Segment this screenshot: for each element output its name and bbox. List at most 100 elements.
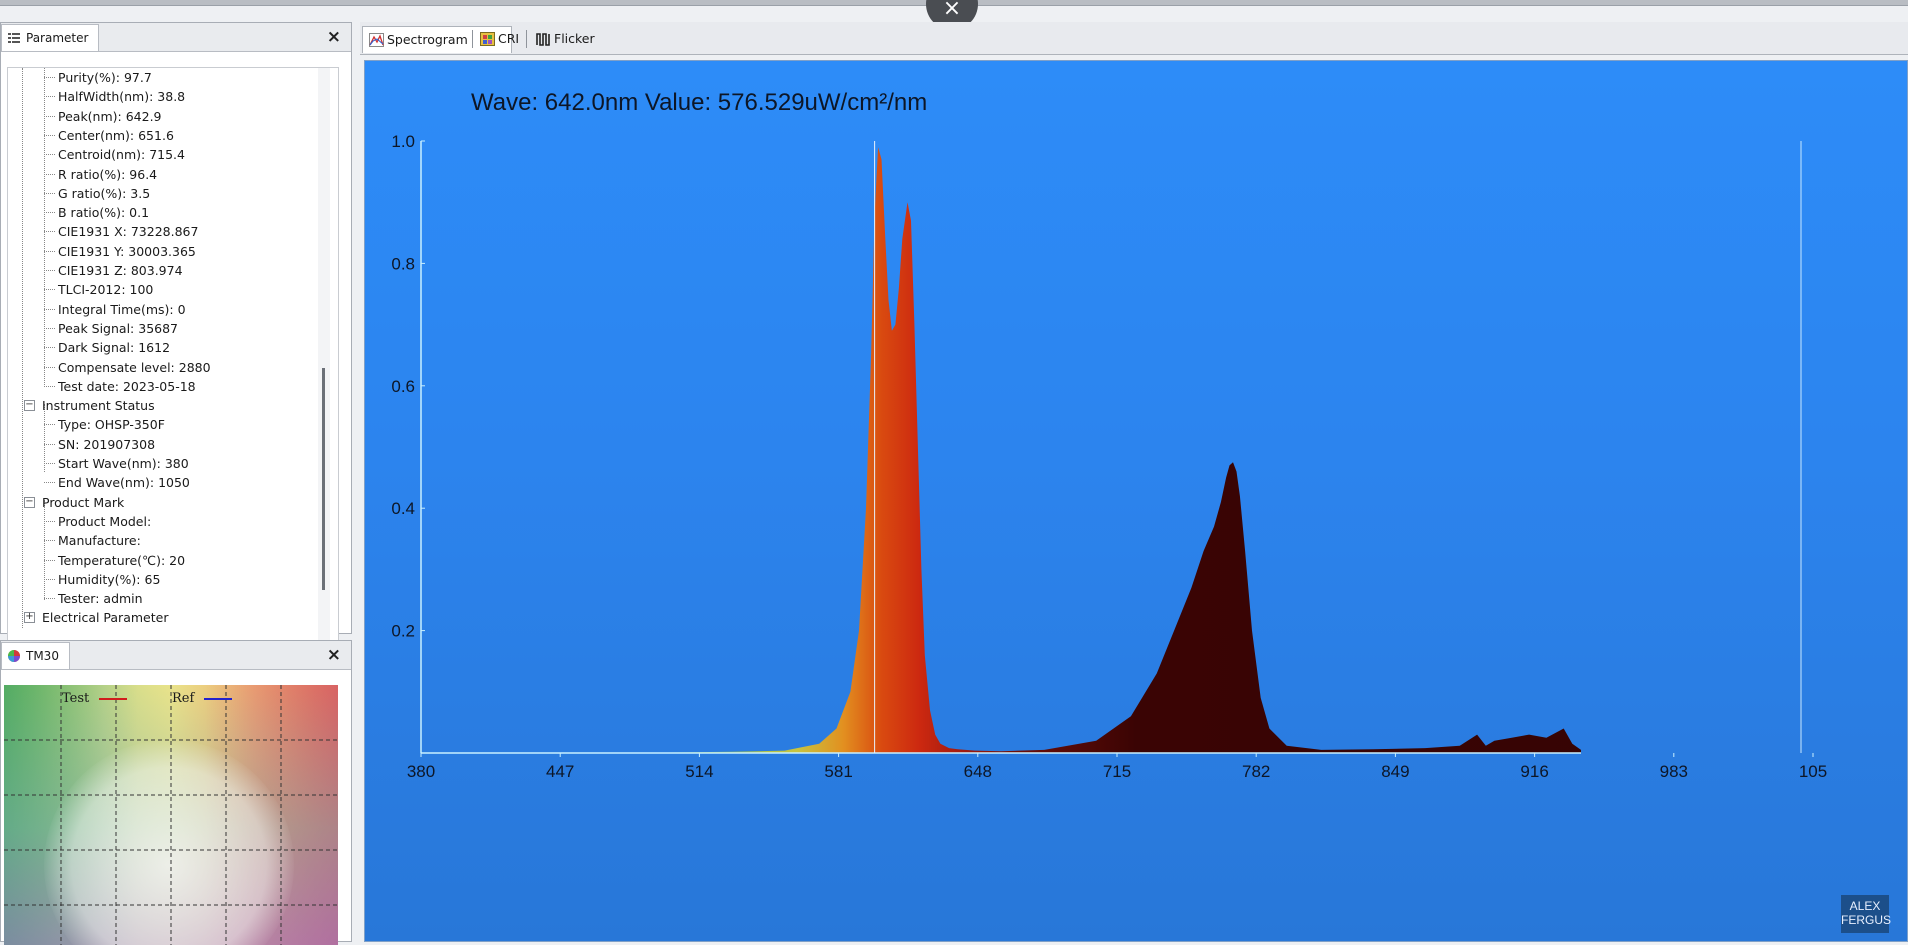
tree-item[interactable]: Centroid(nm): 715.4 [44,145,185,164]
tab-separator [472,30,473,48]
tree-item[interactable]: Humidity(%): 65 [43,570,161,589]
tree-item[interactable]: Integral Time(ms): 0 [44,300,186,319]
parameter-tree: Purity(%): 97.7 HalfWidth(nm): 38.8 Peak(n… [7,67,339,641]
tree-item-label: Test date: 2023-05-18 [58,378,196,394]
x-tick-label: 983 [1660,762,1688,781]
tm30-legend-test: Test [62,691,128,706]
x-tick-label: 648 [964,762,992,781]
tree-item[interactable]: G ratio(%): 3.5 [43,184,151,203]
collapse-icon[interactable]: − [24,496,35,508]
tree-item-label: Peak Signal: 35687 [58,320,179,336]
tm30-panel: TM30 × Test Ref [0,640,352,945]
tree-scrollbar[interactable] [318,68,330,640]
parameter-tab-label: Parameter [26,31,89,45]
tree-scroll-thumb[interactable] [322,368,325,590]
tree-item-label: Compensate level: 2880 [58,359,211,375]
tab-separator [526,30,527,48]
tree-item-label: B ratio(%): 0.1 [58,205,150,221]
tree-item[interactable]: Center(nm): 651.6 [44,126,174,145]
tree-item-label: Product Model: [58,513,152,529]
tree-item-label: Peak(nm): 642.9 [58,108,162,124]
y-tick-label: 0.8 [391,254,415,273]
x-tick-label: 916 [1520,762,1548,781]
tree-group[interactable]: − Instrument Status [24,396,155,415]
tree-item[interactable]: Test date: 2023-05-18 [44,377,196,396]
spectrum-area [421,147,1581,754]
tm30-legend-ref-label: Ref [172,691,195,706]
tree-item[interactable]: CIE1931 Z: 803.974 [44,261,183,280]
tree-item-label: Purity(%): 97.7 [58,70,152,85]
parameter-tab[interactable]: Parameter [1,24,100,51]
spectrogram-plot[interactable]: 380 447 514 581 648 715 782 849 916 983 105 0.2 0.4 0… [365,61,1907,941]
tree-group[interactable]: − Product Mark [24,493,124,512]
tree-item[interactable]: CIE1931 X: 73228.867 [43,222,199,241]
flicker-icon [536,33,550,46]
tree-item[interactable]: Temperature(℃): 20 [43,551,186,570]
parameter-close-button[interactable]: × [327,27,341,47]
tab-flicker[interactable]: Flicker [530,26,618,52]
tree-item-label: Type: OHSP-350F [58,417,165,433]
tree-item-label: TLCI-2012: 100 [58,282,154,298]
tree-item[interactable]: Manufacture: [44,531,141,550]
tree-item-label: Dark Signal: 1612 [58,340,171,356]
parameter-tabbar: Parameter × [1,23,351,52]
x-tick-label: 105 [1799,762,1827,781]
tab-flicker-label: Flicker [554,31,595,46]
x-tick-label: 849 [1381,762,1409,781]
spectrogram-chart[interactable]: Wave: 642.0nm Value: 576.529uW/cm²/nm 38… [364,60,1908,942]
x-tick-label: 514 [685,762,713,781]
x-tick-label: 380 [407,762,435,781]
color-wheel-icon [8,650,20,662]
cri-icon [480,32,495,46]
tree-item[interactable]: SN: 201907308 [43,435,155,454]
tree-item[interactable]: Purity(%): 97.7 [44,68,152,87]
tab-spectrogram-label: Spectrogram [387,32,468,47]
tree-item[interactable]: CIE1931 Y: 30003.365 [44,242,196,261]
x-tick-label: 447 [546,762,574,781]
y-tick-label: 1.0 [391,132,415,151]
tree-item[interactable]: Peak Signal: 35687 [43,319,179,338]
tree-item-label: Humidity(%): 65 [58,571,161,587]
tree-item[interactable]: R ratio(%): 96.4 [43,165,157,184]
tree-item[interactable]: B ratio(%): 0.1 [43,203,150,222]
tree-item[interactable]: Product Model: [43,512,152,531]
tree-item-label: Center(nm): 651.6 [58,127,174,143]
tm30-tab[interactable]: TM30 [1,642,70,669]
collapse-icon[interactable]: − [24,400,35,412]
tree-item[interactable]: Type: OHSP-350F [44,415,165,434]
tree-item-label: CIE1931 Y: 30003.365 [58,243,196,259]
tm30-tabbar: TM30 × [1,641,351,670]
spectrogram-icon [369,33,384,47]
x-tick-label: 782 [1242,762,1270,781]
tree-item-label: End Wave(nm): 1050 [58,475,190,491]
tree-item[interactable]: Peak(nm): 642.9 [44,107,162,126]
tree-item[interactable]: End Wave(nm): 1050 [44,473,190,492]
tm30-grid [4,685,338,945]
tree-item[interactable]: Compensate level: 2880 [44,358,211,377]
tree-item-label: G ratio(%): 3.5 [58,185,151,201]
chart-area: Spectrogram CRI Flicker Wave: 642.0nm Va… [360,22,1908,942]
tm30-close-button[interactable]: × [327,645,341,665]
tree-group[interactable]: + Electrical Parameter [24,608,168,627]
tree-item-label: Tester: admin [58,591,143,607]
tree-item[interactable]: Dark Signal: 1612 [43,338,171,357]
tm30-color-vector-plot: Test Ref [4,685,338,945]
expand-icon[interactable]: + [24,612,35,624]
tree-item-label: CIE1931 Z: 803.974 [58,263,183,278]
tree-item[interactable]: Start Wave(nm): 380 [44,454,189,473]
tree-item-label: CIE1931 X: 73228.867 [58,224,199,240]
tm30-legend-ref-swatch [204,697,233,700]
y-tick-label: 0.6 [391,377,415,396]
tree-item[interactable]: Tester: admin [44,589,143,608]
watermark-logo: ALEX FERGUS [1841,895,1891,933]
tree-item[interactable]: TLCI-2012: 100 [43,280,154,299]
chart-tabbar: Spectrogram CRI Flicker [360,22,1908,55]
tree-item-label: Integral Time(ms): 0 [58,301,186,317]
tm30-legend-ref: Ref [172,691,233,706]
tree-item[interactable]: HalfWidth(nm): 38.8 [43,87,185,106]
tab-cri-label: CRI [498,31,520,46]
tree-item-label: Temperature(℃): 20 [58,552,186,568]
tm30-tab-label: TM30 [26,649,59,663]
x-tick-label: 715 [1103,762,1131,781]
tree-item-label: Centroid(nm): 715.4 [58,147,185,163]
